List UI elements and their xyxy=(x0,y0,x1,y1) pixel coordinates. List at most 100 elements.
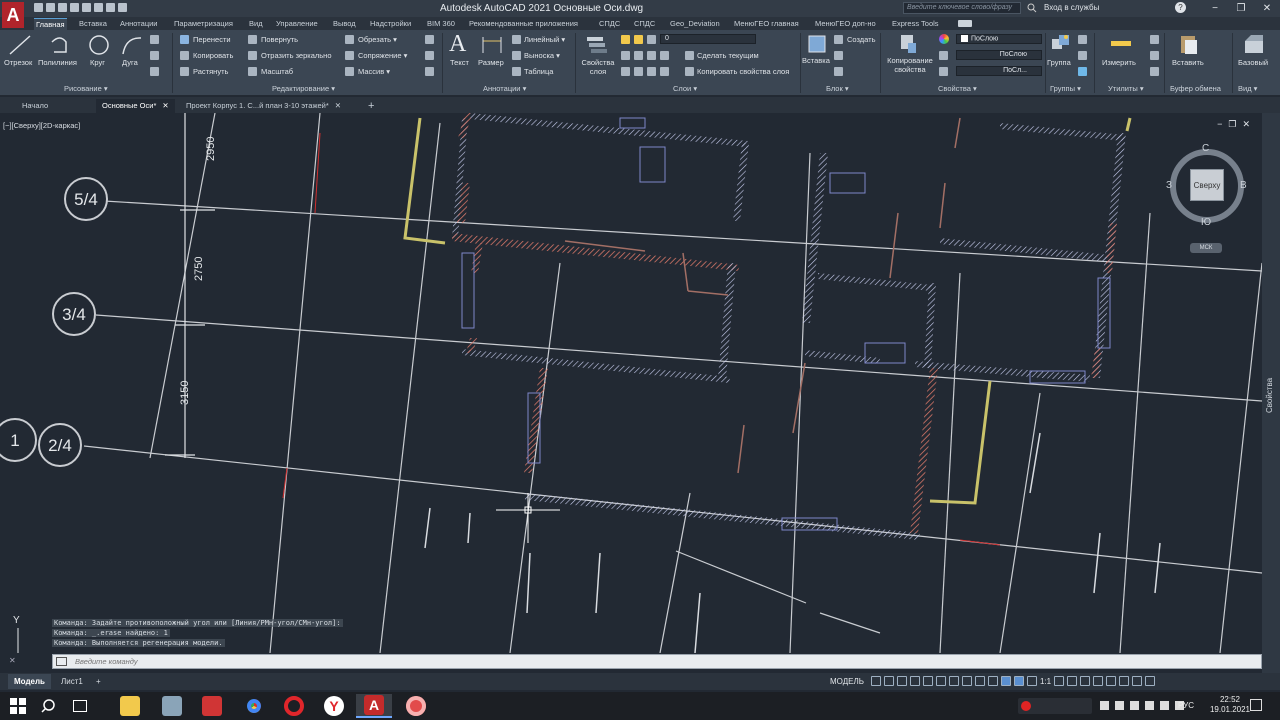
close-icon[interactable]: ✕ xyxy=(335,101,341,110)
annotation-scale-icon[interactable] xyxy=(1026,676,1037,686)
leader-button[interactable]: Выноска ▾ xyxy=(524,51,560,60)
annotation-scale-value[interactable]: 1:1 xyxy=(1040,677,1051,686)
language-indicator[interactable]: РУС xyxy=(1178,701,1194,710)
layer-freeze-icon[interactable] xyxy=(634,35,643,44)
taskbar-app[interactable] xyxy=(194,694,230,718)
maximize-button[interactable]: ❐ xyxy=(1228,0,1254,17)
group-icon[interactable] xyxy=(1050,33,1072,55)
tab-sheet1[interactable]: Лист1 xyxy=(55,674,89,689)
clipboard-panel-title[interactable]: Буфер обмена xyxy=(1170,84,1221,93)
transparency-icon[interactable] xyxy=(974,676,985,686)
layer-tool-icon[interactable] xyxy=(634,51,643,60)
layer-lock-icon[interactable] xyxy=(647,35,656,44)
stretch-button[interactable]: Растянуть xyxy=(193,67,228,76)
layers-panel-title[interactable]: Слои ▾ xyxy=(673,84,697,93)
table-button[interactable]: Таблица xyxy=(524,67,553,76)
taskbar-search[interactable] xyxy=(30,694,66,718)
base-view-icon[interactable] xyxy=(1243,33,1265,55)
drawing-canvas[interactable]: 5/4 3/4 2/4 1 2950 2750 3150 Y xyxy=(0,113,1262,653)
linear-dim-button[interactable]: Линейный ▾ xyxy=(524,35,565,44)
customization-icon[interactable] xyxy=(1145,676,1156,686)
quick-properties-icon[interactable] xyxy=(1093,676,1104,686)
circle-button[interactable]: Круг xyxy=(90,58,105,67)
layer-tool-icon[interactable] xyxy=(634,67,643,76)
measure-icon[interactable] xyxy=(1110,37,1132,51)
hatch-icon[interactable] xyxy=(150,51,159,60)
color-wheel-icon[interactable] xyxy=(939,34,949,44)
group-button[interactable]: Группа xyxy=(1047,58,1071,67)
taskbar-chrome[interactable] xyxy=(236,694,272,718)
ungroup-icon[interactable] xyxy=(1078,35,1087,44)
move-button[interactable]: Перенести xyxy=(193,35,231,44)
arc-icon[interactable] xyxy=(120,34,144,56)
tab-output[interactable]: Вывод xyxy=(331,18,358,30)
taskbar-explorer[interactable] xyxy=(112,694,148,718)
taskbar-recorder[interactable] xyxy=(398,694,434,718)
viewcube-south[interactable]: Ю xyxy=(1201,217,1211,228)
viewcube-north[interactable]: С xyxy=(1202,143,1209,154)
linetype-dropdown[interactable]: ПоСл... xyxy=(956,66,1042,76)
close-button[interactable]: ✕ xyxy=(1254,0,1280,17)
layer-on-icon[interactable] xyxy=(621,35,630,44)
osnap-toggle-icon[interactable] xyxy=(948,676,959,686)
tab-spds[interactable]: СПДС xyxy=(597,18,622,30)
tab-annotate[interactable]: Аннотации xyxy=(118,18,160,30)
tray-icon[interactable] xyxy=(1145,701,1154,710)
fillet-button[interactable]: Сопряжение ▾ xyxy=(358,51,407,60)
block-panel-title[interactable]: Блок ▾ xyxy=(826,84,849,93)
layer-tool-icon[interactable] xyxy=(621,51,630,60)
annotation-panel-title[interactable]: Аннотации ▾ xyxy=(483,84,526,93)
viewport-window-controls[interactable]: −❐✕ xyxy=(1217,119,1256,130)
viewcube-west[interactable]: З xyxy=(1166,180,1172,191)
array-button[interactable]: Массив ▾ xyxy=(358,67,390,76)
view-panel-title[interactable]: Вид ▾ xyxy=(1238,84,1257,93)
layer-dropdown[interactable]: 0 xyxy=(660,34,756,44)
tray-icon[interactable] xyxy=(1115,701,1124,710)
mirror-button[interactable]: Отразить зеркально xyxy=(261,51,332,60)
dimension-icon[interactable] xyxy=(481,35,503,55)
paste-button[interactable]: Вставить xyxy=(1172,58,1204,67)
open-file-icon[interactable] xyxy=(46,3,55,12)
measure-button[interactable]: Измерить xyxy=(1102,58,1136,67)
isodraft-icon[interactable] xyxy=(922,676,933,686)
close-icon[interactable]: ✕ xyxy=(162,101,168,110)
polyline-button[interactable]: Полилиния xyxy=(38,58,77,67)
tab-menugeo-main[interactable]: МенюГЕО главная xyxy=(732,18,801,30)
taskbar-app[interactable] xyxy=(154,694,190,718)
layer-tool-icon[interactable] xyxy=(660,51,669,60)
match-layer-button[interactable]: Копировать свойства слоя xyxy=(697,67,789,76)
groups-panel-title[interactable]: Группы ▾ xyxy=(1050,84,1081,93)
utilities-panel-title[interactable]: Утилиты ▾ xyxy=(1108,84,1144,93)
rotate-button[interactable]: Повернуть xyxy=(261,35,298,44)
insert-block-button[interactable]: Вставка xyxy=(802,56,830,65)
group-edit-icon[interactable] xyxy=(1078,51,1087,60)
explode-icon[interactable] xyxy=(425,51,434,60)
tab-overflow-icon[interactable] xyxy=(958,20,972,27)
draw-panel-title[interactable]: Рисование ▾ xyxy=(64,84,108,93)
save-as-icon[interactable] xyxy=(70,3,79,12)
viewcube[interactable]: Сверху С Ю З В xyxy=(1166,143,1248,228)
properties-panel-title[interactable]: Свойства ▾ xyxy=(938,84,977,93)
notifications-icon[interactable] xyxy=(1250,699,1262,711)
lineweight-dropdown[interactable]: ПоСлою xyxy=(956,50,1042,60)
dimension-button[interactable]: Размер xyxy=(478,58,504,67)
minimize-button[interactable]: − xyxy=(1202,0,1228,17)
attribute-icon[interactable] xyxy=(834,67,843,76)
insert-block-icon[interactable] xyxy=(806,33,828,55)
command-input[interactable] xyxy=(75,655,975,668)
gear-icon[interactable] xyxy=(1054,676,1065,686)
text-icon[interactable]: A xyxy=(449,31,466,58)
hardware-acceleration-icon[interactable] xyxy=(1119,676,1130,686)
color-dropdown[interactable]: ПоСлою xyxy=(956,34,1042,44)
paste-icon[interactable] xyxy=(1178,33,1200,55)
trim-button[interactable]: Обрезать ▾ xyxy=(358,35,397,44)
taskbar-opera[interactable] xyxy=(276,694,312,718)
new-tab-button[interactable]: + xyxy=(362,99,380,113)
utility-icon[interactable] xyxy=(1150,67,1159,76)
isolate-objects-icon[interactable] xyxy=(1106,676,1117,686)
tab-manage[interactable]: Управление xyxy=(274,18,320,30)
line-button[interactable]: Отрезок xyxy=(4,58,32,67)
text-button[interactable]: Текст xyxy=(450,58,469,67)
web-icon[interactable] xyxy=(82,3,91,12)
redo-icon[interactable] xyxy=(118,3,127,12)
